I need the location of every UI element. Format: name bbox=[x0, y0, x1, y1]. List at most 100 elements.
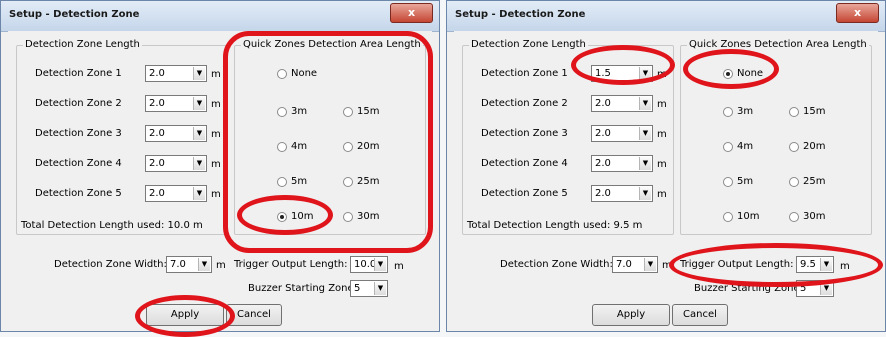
zone-1-label: Detection Zone 1 bbox=[481, 68, 568, 79]
highlight-trigger-output bbox=[669, 243, 883, 287]
zone-4-label: Detection Zone 4 bbox=[481, 158, 568, 169]
group-legend: Detection Zone Length bbox=[23, 39, 142, 50]
radio-circle[interactable] bbox=[789, 177, 799, 187]
radio-circle[interactable] bbox=[789, 107, 799, 117]
radio-circle[interactable] bbox=[723, 107, 733, 117]
width-select[interactable]: 7.0 ▼ bbox=[612, 256, 658, 273]
chevron-down-icon[interactable]: ▼ bbox=[374, 258, 386, 271]
title-bar: Setup - Detection Zone x bbox=[1, 1, 439, 32]
radio-circle[interactable] bbox=[789, 142, 799, 152]
chevron-down-icon[interactable]: ▼ bbox=[639, 127, 651, 140]
group-legend: Detection Zone Length bbox=[469, 39, 588, 50]
zone-2-value: 2.0 bbox=[149, 98, 165, 109]
zone-2-value: 2.0 bbox=[595, 98, 611, 109]
radio-label: 4m bbox=[737, 141, 754, 152]
width-label: Detection Zone Width: bbox=[500, 259, 613, 270]
radio-label: 15m bbox=[803, 106, 826, 117]
total-length-text: Total Detection Length used: 9.5 m bbox=[467, 220, 643, 231]
zone-3-value: 2.0 bbox=[149, 128, 165, 139]
zone-4-unit: m bbox=[657, 159, 667, 170]
close-button[interactable]: x bbox=[836, 3, 879, 23]
dialog-after: Setup - Detection Zone x Detection Zone … bbox=[446, 0, 886, 332]
radio-circle[interactable] bbox=[789, 212, 799, 222]
zone-4-select[interactable]: 2.0 ▼ bbox=[145, 155, 207, 172]
width-label: Detection Zone Width: bbox=[54, 259, 167, 270]
total-length-text: Total Detection Length used: 10.0 m bbox=[21, 220, 203, 231]
zone-1-select[interactable]: 2.0 ▼ bbox=[145, 65, 207, 82]
zone-3-value: 2.0 bbox=[595, 128, 611, 139]
radio-label: 20m bbox=[803, 141, 826, 152]
trigger-select[interactable]: 10.0 ▼ bbox=[350, 256, 388, 273]
buzzer-label: Buzzer Starting Zone: bbox=[248, 283, 358, 294]
zone-2-label: Detection Zone 2 bbox=[35, 98, 122, 109]
close-button[interactable]: x bbox=[390, 3, 433, 23]
chevron-down-icon[interactable]: ▼ bbox=[193, 157, 205, 170]
cancel-button[interactable]: Cancel bbox=[672, 304, 728, 326]
zone-3-label: Detection Zone 3 bbox=[481, 128, 568, 139]
zone-2-select[interactable]: 2.0 ▼ bbox=[145, 95, 207, 112]
radio-circle[interactable] bbox=[723, 142, 733, 152]
highlight-zone-1-select bbox=[571, 45, 675, 85]
zone-2-unit: m bbox=[211, 99, 221, 110]
chevron-down-icon[interactable]: ▼ bbox=[639, 187, 651, 200]
zone-5-value: 2.0 bbox=[595, 188, 611, 199]
title-bar: Setup - Detection Zone x bbox=[447, 1, 885, 32]
zone-3-unit: m bbox=[657, 129, 667, 140]
zone-5-value: 2.0 bbox=[149, 188, 165, 199]
radio-label: 30m bbox=[803, 211, 826, 222]
highlight-none-radio bbox=[683, 49, 779, 89]
width-select[interactable]: 7.0 ▼ bbox=[166, 256, 212, 273]
zone-4-unit: m bbox=[211, 159, 221, 170]
chevron-down-icon[interactable]: ▼ bbox=[644, 258, 656, 271]
window-title: Setup - Detection Zone bbox=[455, 9, 586, 20]
trigger-label: Trigger Output Length: bbox=[234, 259, 348, 270]
dialog-before: Setup - Detection Zone x Detection Zone … bbox=[0, 0, 440, 337]
width-unit: m bbox=[216, 260, 226, 271]
zone-3-select[interactable]: 2.0 ▼ bbox=[145, 125, 207, 142]
radio-circle[interactable] bbox=[723, 177, 733, 187]
zone-4-select[interactable]: 2.0 ▼ bbox=[591, 155, 653, 172]
trigger-value: 10.0 bbox=[354, 259, 377, 270]
zone-1-value: 2.0 bbox=[149, 68, 165, 79]
zone-5-select[interactable]: 2.0 ▼ bbox=[591, 185, 653, 202]
zone-5-unit: m bbox=[657, 189, 667, 200]
zone-4-value: 2.0 bbox=[595, 158, 611, 169]
chevron-down-icon[interactable]: ▼ bbox=[193, 187, 205, 200]
window-title: Setup - Detection Zone bbox=[9, 9, 140, 20]
chevron-down-icon[interactable]: ▼ bbox=[198, 258, 210, 271]
chevron-down-icon[interactable]: ▼ bbox=[639, 97, 651, 110]
chevron-down-icon[interactable]: ▼ bbox=[374, 282, 386, 295]
zone-1-label: Detection Zone 1 bbox=[35, 68, 122, 79]
group-legend: Quick Zones Detection Area Length bbox=[687, 39, 869, 50]
zone-5-label: Detection Zone 5 bbox=[35, 188, 122, 199]
width-value: 7.0 bbox=[170, 259, 186, 270]
zone-4-label: Detection Zone 4 bbox=[35, 158, 122, 169]
detection-zone-length-group: Detection Zone Length Detection Zone 1 2… bbox=[16, 39, 228, 235]
trigger-unit: m bbox=[394, 261, 404, 272]
radio-label: 5m bbox=[737, 176, 754, 187]
buzzer-value: 5 bbox=[354, 283, 361, 294]
zone-2-unit: m bbox=[657, 99, 667, 110]
chevron-down-icon[interactable]: ▼ bbox=[639, 157, 651, 170]
buzzer-select[interactable]: 5 ▼ bbox=[350, 280, 388, 297]
zone-2-select[interactable]: 2.0 ▼ bbox=[591, 95, 653, 112]
zone-3-select[interactable]: 2.0 ▼ bbox=[591, 125, 653, 142]
zone-1-unit: m bbox=[211, 69, 221, 80]
zone-3-label: Detection Zone 3 bbox=[35, 128, 122, 139]
radio-label: 25m bbox=[803, 176, 826, 187]
zone-5-select[interactable]: 2.0 ▼ bbox=[145, 185, 207, 202]
chevron-down-icon[interactable]: ▼ bbox=[193, 127, 205, 140]
radio-label: 3m bbox=[737, 106, 754, 117]
radio-circle[interactable] bbox=[723, 212, 733, 222]
zone-5-label: Detection Zone 5 bbox=[481, 188, 568, 199]
zone-3-unit: m bbox=[211, 129, 221, 140]
radio-label: 10m bbox=[737, 211, 760, 222]
zone-5-unit: m bbox=[211, 189, 221, 200]
width-value: 7.0 bbox=[616, 259, 632, 270]
chevron-down-icon[interactable]: ▼ bbox=[193, 67, 205, 80]
highlight-10m-radio bbox=[237, 195, 333, 235]
highlight-apply-button bbox=[135, 295, 235, 337]
chevron-down-icon[interactable]: ▼ bbox=[193, 97, 205, 110]
apply-button[interactable]: Apply bbox=[592, 304, 670, 326]
zone-4-value: 2.0 bbox=[149, 158, 165, 169]
